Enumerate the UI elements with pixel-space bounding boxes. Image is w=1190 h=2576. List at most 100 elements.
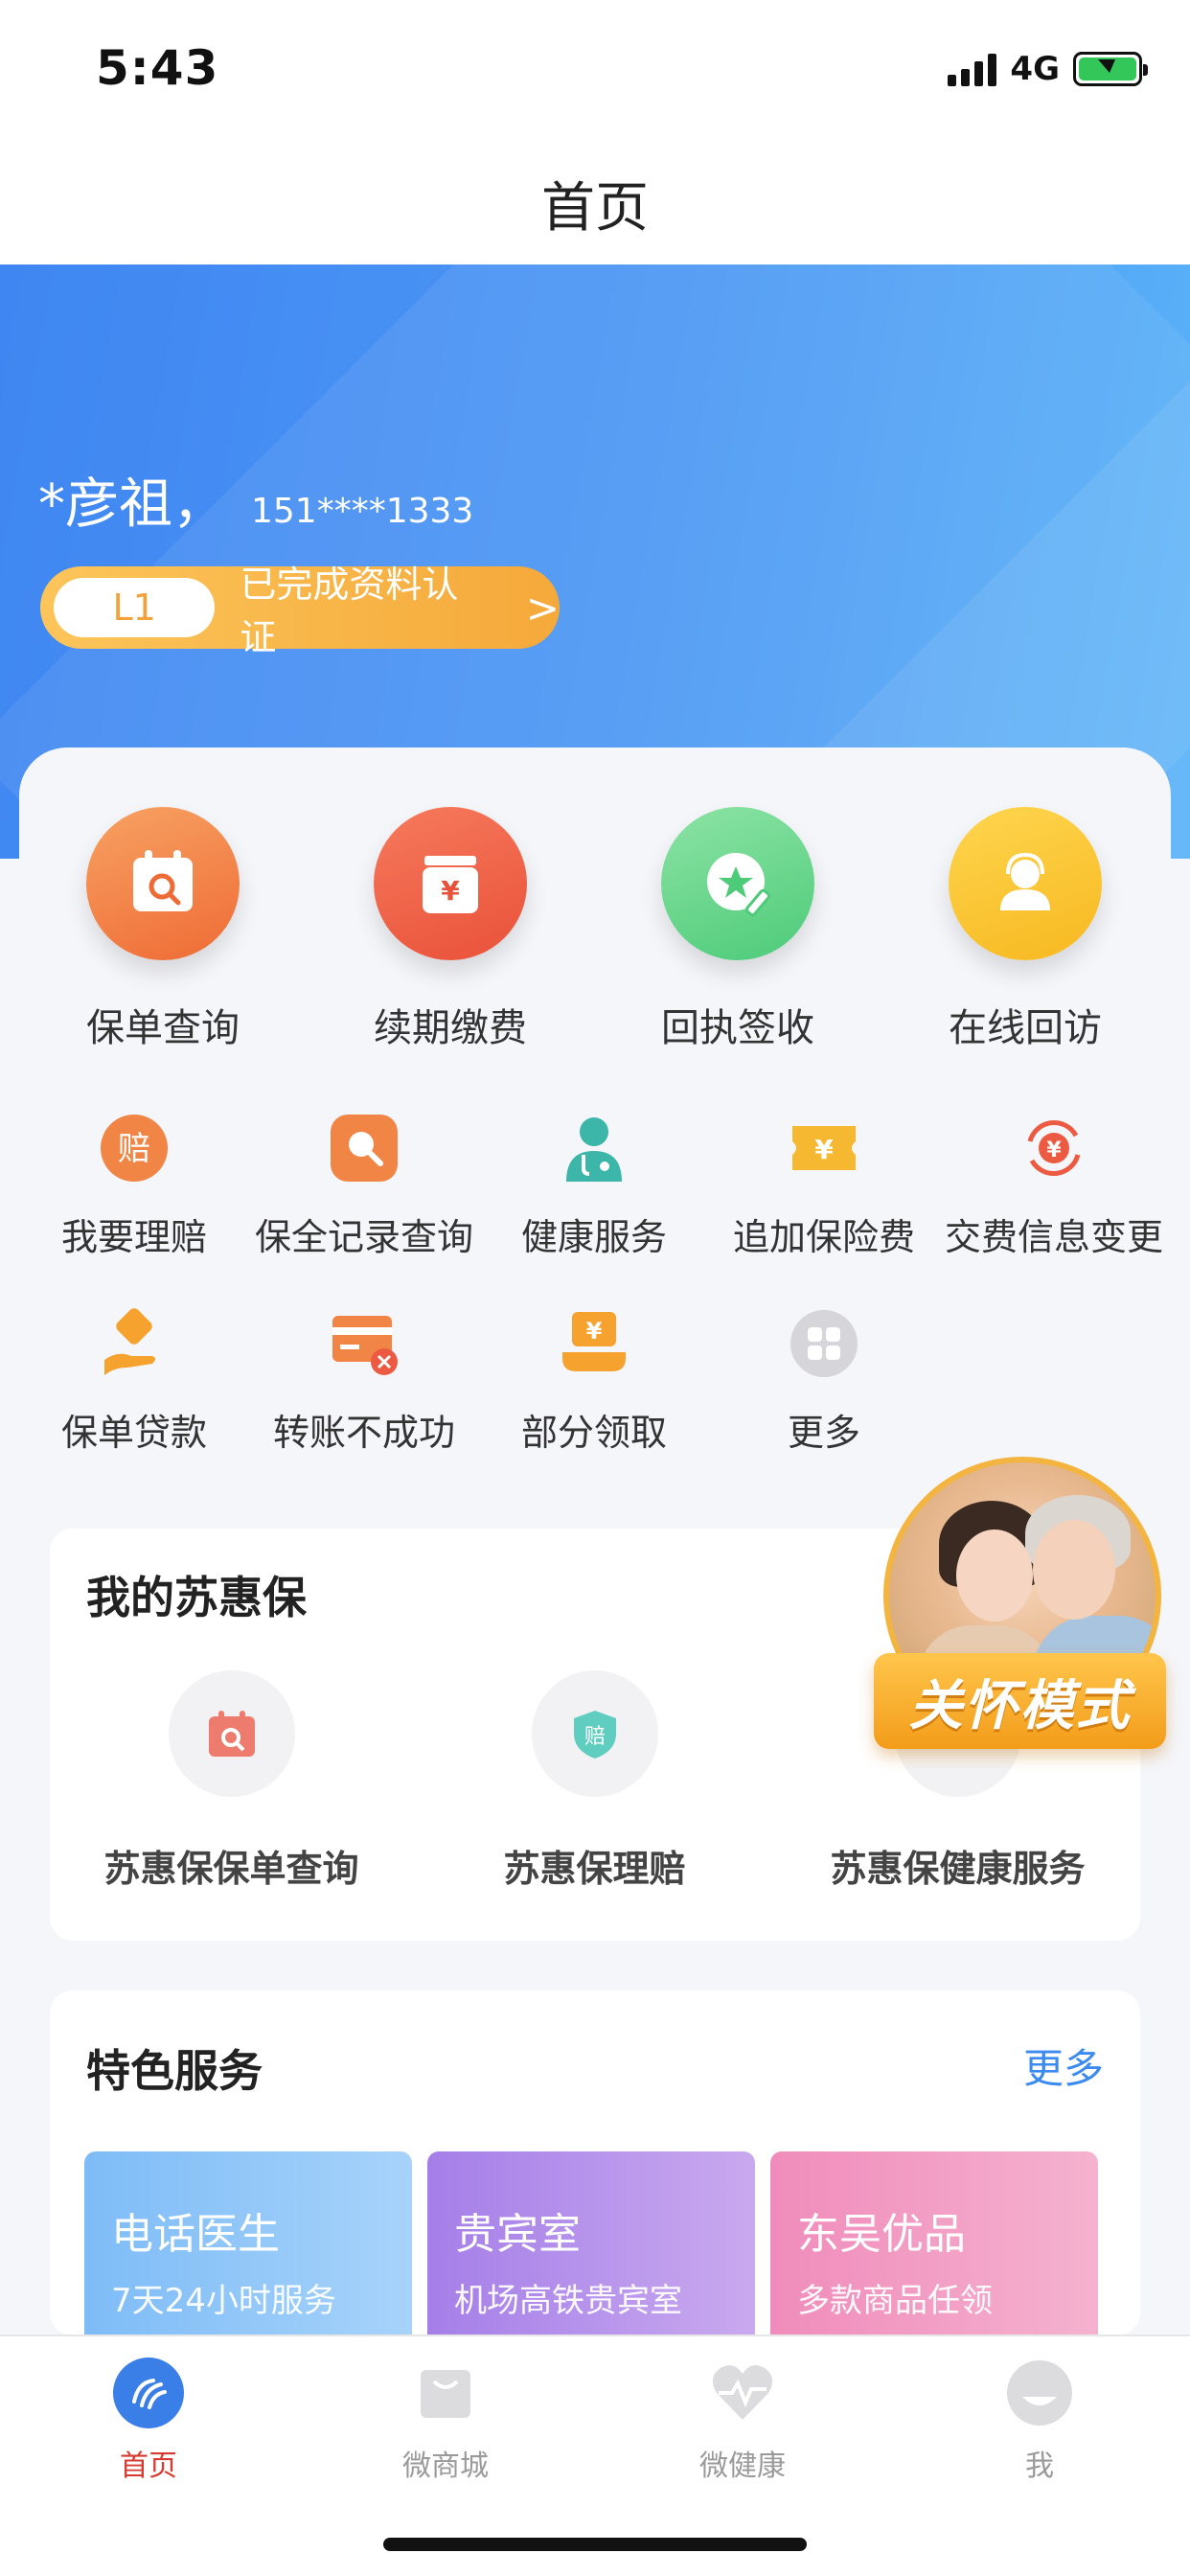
status-time: 5:43 [96, 40, 219, 96]
tile-phone-doctor[interactable]: 电话医生 7天24小时服务 [84, 2151, 412, 2335]
tile-subtitle: 多款商品任领 [797, 2282, 993, 2320]
svg-text:¥: ¥ [1046, 1138, 1062, 1162]
grid-label: 保单贷款 [60, 1412, 207, 1454]
greeting: *彦祖， 151****1333 [38, 461, 473, 539]
tile-subtitle: 机场高铁贵宾室 [454, 2282, 682, 2320]
tab-health[interactable]: 微健康 [594, 2358, 891, 2484]
tab-label: 首页 [120, 2450, 177, 2483]
tile-vip-lounge[interactable]: 贵宾室 机场高铁贵宾室 [427, 2151, 755, 2335]
home-indicator [383, 2538, 807, 2551]
user-phone: 151****1333 [251, 492, 474, 531]
suhui-label: 苏惠保健康服务 [830, 1848, 1086, 1890]
service-grid-row: 赔 我要理赔 保全记录查询 健康服务 ¥ 追加保险费 ¥ 交费信息变更 [19, 1110, 1171, 1260]
svg-text:赔: 赔 [118, 1130, 150, 1168]
suhui-policy-query[interactable]: 苏惠保保单查询 [50, 1670, 413, 1892]
signal-icon [948, 52, 997, 86]
search-record-icon [326, 1110, 402, 1186]
grid-label: 更多 [787, 1412, 860, 1454]
tile-dongwu-goods[interactable]: 东吴优品 多款商品任领 [770, 2151, 1098, 2335]
tab-mall[interactable]: 微商城 [297, 2358, 594, 2484]
star-pen-icon [661, 807, 814, 960]
suhui-label: 苏惠保保单查询 [103, 1848, 359, 1890]
suhui-label: 苏惠保理赔 [503, 1848, 686, 1890]
yen-bag-icon: ¥ [374, 807, 527, 960]
tab-label: 微商城 [402, 2450, 489, 2483]
tab-label: 我 [1025, 2450, 1054, 2483]
services-panel: 保单查询 ¥ 续期缴费 回执签收 在线回访 赔 我要理赔 保全记录查询 健康服务… [19, 748, 1171, 1514]
yen-tray-icon: ¥ [556, 1305, 632, 1382]
chevron-right-icon: > [525, 584, 560, 632]
grid-item-partial-withdraw[interactable]: ¥ 部分领取 [479, 1305, 709, 1456]
grid-item-transfer-failed[interactable]: 转账不成功 [249, 1305, 479, 1456]
grid-item-payment-change[interactable]: ¥ 交费信息变更 [939, 1110, 1169, 1260]
user-icon [1004, 2358, 1075, 2428]
grid-label: 我要理赔 [60, 1216, 207, 1258]
nav-bar: 首页 [0, 142, 1190, 264]
care-mode-label: 关怀模式 [908, 1674, 1132, 1737]
grid-label: 部分领取 [520, 1412, 667, 1454]
doctor-icon [556, 1110, 632, 1186]
grid-label: 健康服务 [520, 1216, 667, 1258]
tile-title: 东吴优品 [797, 2210, 966, 2259]
service-label: 续期缴费 [374, 1006, 527, 1050]
grid-label: 交费信息变更 [944, 1216, 1163, 1258]
tile-title: 贵宾室 [454, 2210, 581, 2259]
grid-label: 转账不成功 [272, 1412, 455, 1454]
battery-icon [1073, 52, 1148, 86]
grid-item-health-service[interactable]: 健康服务 [479, 1110, 709, 1260]
main-services: 保单查询 ¥ 续期缴费 回执签收 在线回访 [19, 807, 1171, 1052]
suhui-title: 我的苏惠保 [86, 1572, 307, 1623]
calendar-search-icon [86, 807, 240, 960]
shopping-bag-icon [410, 2358, 481, 2428]
featured-more-link[interactable]: 更多 [1023, 2036, 1104, 2095]
network-label: 4G [1010, 50, 1060, 88]
grid-item-add-premium[interactable]: ¥ 追加保险费 [709, 1110, 939, 1260]
service-renewal-payment[interactable]: ¥ 续期缴费 [307, 807, 594, 1052]
svg-text:赔: 赔 [584, 1725, 605, 1749]
tile-title: 电话医生 [111, 2210, 280, 2259]
service-label: 回执签收 [661, 1006, 814, 1050]
grid-item-claim[interactable]: 赔 我要理赔 [19, 1110, 249, 1260]
heart-pulse-icon [707, 2358, 778, 2428]
care-mode-ribbon: 关怀模式 [874, 1653, 1166, 1749]
tab-me[interactable]: 我 [891, 2358, 1188, 2484]
service-grid-row: 保单贷款 转账不成功 ¥ 部分领取 更多 [19, 1305, 1171, 1456]
tile-subtitle: 7天24小时服务 [111, 2282, 336, 2320]
calendar-search-icon [168, 1670, 295, 1797]
grid-item-more[interactable]: 更多 [709, 1305, 939, 1456]
more-grid-icon [786, 1305, 862, 1382]
verification-text: 已完成资料认证 [240, 564, 459, 658]
refresh-yen-icon: ¥ [1016, 1110, 1092, 1186]
headset-user-icon [949, 807, 1102, 960]
featured-tiles: 电话医生 7天24小时服务 贵宾室 机场高铁贵宾室 东吴优品 多款商品任领 [84, 2151, 1098, 2335]
hand-coin-icon [96, 1305, 172, 1382]
ticket-yen-icon: ¥ [786, 1110, 862, 1186]
user-name: *彦祖， [38, 473, 226, 536]
verification-pill[interactable]: L1 已完成资料认证 > [40, 564, 560, 658]
page-title: 首页 [541, 176, 649, 240]
grid-item-record-query[interactable]: 保全记录查询 [249, 1110, 479, 1260]
svg-text:¥: ¥ [586, 1318, 603, 1345]
service-label: 保单查询 [86, 1006, 240, 1050]
tab-label: 微健康 [699, 2450, 786, 2483]
service-policy-query[interactable]: 保单查询 [19, 807, 307, 1052]
service-online-visit[interactable]: 在线回访 [881, 807, 1169, 1052]
card-fail-icon [326, 1305, 402, 1382]
svg-text:¥: ¥ [814, 1134, 834, 1165]
grid-item-policy-loan[interactable]: 保单贷款 [19, 1305, 249, 1456]
service-receipt-sign[interactable]: 回执签收 [594, 807, 881, 1052]
level-badge: L1 [54, 578, 216, 637]
grid-label: 追加保险费 [732, 1216, 915, 1258]
svg-text:¥: ¥ [441, 875, 460, 907]
shield-claim-icon: 赔 [531, 1670, 658, 1797]
featured-title: 特色服务 [86, 2045, 263, 2097]
status-bar: 5:43 4G [0, 0, 1190, 142]
claim-icon: 赔 [96, 1110, 172, 1186]
suhui-claim[interactable]: 赔 苏惠保理赔 [413, 1670, 776, 1892]
featured-card: 特色服务 更多 电话医生 7天24小时服务 贵宾室 机场高铁贵宾室 东吴优品 多… [50, 1990, 1140, 2335]
care-mode-button[interactable]: 关怀模式 [874, 1457, 1166, 1763]
home-logo-icon [113, 2358, 184, 2428]
status-indicators: 4G [948, 50, 1148, 88]
tab-home[interactable]: 首页 [0, 2358, 297, 2484]
grid-label: 保全记录查询 [254, 1216, 473, 1258]
